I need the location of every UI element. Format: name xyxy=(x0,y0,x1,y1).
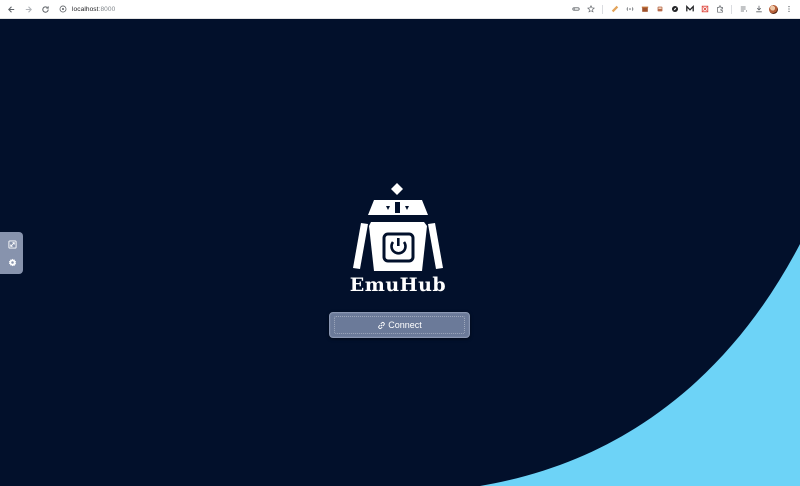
profile-button[interactable] xyxy=(766,2,781,17)
url-text: localhost:8000 xyxy=(72,5,116,13)
downloads-button[interactable] xyxy=(751,2,766,17)
extension-m-icon xyxy=(685,5,694,12)
fullscreen-toggle-button[interactable] xyxy=(6,238,18,250)
extension-button-3[interactable] xyxy=(637,2,652,17)
browser-menu-button[interactable] xyxy=(781,2,796,17)
connect-button-content: Connect xyxy=(334,316,465,334)
extensions-button[interactable] xyxy=(712,2,727,17)
extension-ruler-icon xyxy=(611,5,618,13)
site-info-icon[interactable] xyxy=(59,5,67,13)
emuhub-logo: EmuHub xyxy=(346,182,450,296)
queue-list-icon xyxy=(740,6,747,12)
kebab-menu-icon xyxy=(787,5,790,13)
bookmark-button[interactable] xyxy=(583,2,598,17)
extension-store-icon xyxy=(641,6,648,12)
extension-button-5[interactable] xyxy=(667,2,682,17)
fullscreen-toggle-icon xyxy=(7,239,17,249)
extension-capture-icon xyxy=(701,5,708,13)
address-bar[interactable]: localhost:8000 xyxy=(59,0,115,19)
app-viewport: EmuHub Connect xyxy=(0,19,800,486)
forward-button[interactable] xyxy=(21,2,36,17)
password-key-button[interactable] xyxy=(568,2,583,17)
connect-label: Connect xyxy=(388,320,422,330)
extension-radio-icon xyxy=(626,7,633,11)
connect-button[interactable]: Connect xyxy=(329,312,470,338)
robot-mascot-icon xyxy=(353,183,443,271)
download-icon xyxy=(755,5,762,13)
extension-button-2[interactable] xyxy=(622,2,637,17)
back-arrow-icon xyxy=(8,5,15,13)
key-icon xyxy=(571,7,580,11)
reload-button[interactable] xyxy=(38,2,53,17)
extension-button-6[interactable] xyxy=(682,2,697,17)
extension-button-1[interactable] xyxy=(607,2,622,17)
extension-cup-icon xyxy=(657,6,662,12)
media-queue-button[interactable] xyxy=(736,2,751,17)
extension-button-7[interactable] xyxy=(697,2,712,17)
link-icon xyxy=(378,321,385,329)
avatar xyxy=(769,4,778,14)
extension-compass-icon xyxy=(671,5,678,13)
browser-toolbar: localhost:8000 xyxy=(0,0,800,19)
back-button[interactable] xyxy=(4,2,19,17)
settings-gear-icon xyxy=(8,258,16,266)
brand-title: EmuHub xyxy=(349,274,447,296)
star-icon xyxy=(586,5,595,13)
side-control-panel xyxy=(0,232,23,274)
settings-button[interactable] xyxy=(6,256,18,268)
reload-icon xyxy=(42,5,49,13)
forward-arrow-icon xyxy=(25,5,32,13)
extension-button-4[interactable] xyxy=(652,2,667,17)
puzzle-icon xyxy=(716,5,723,13)
